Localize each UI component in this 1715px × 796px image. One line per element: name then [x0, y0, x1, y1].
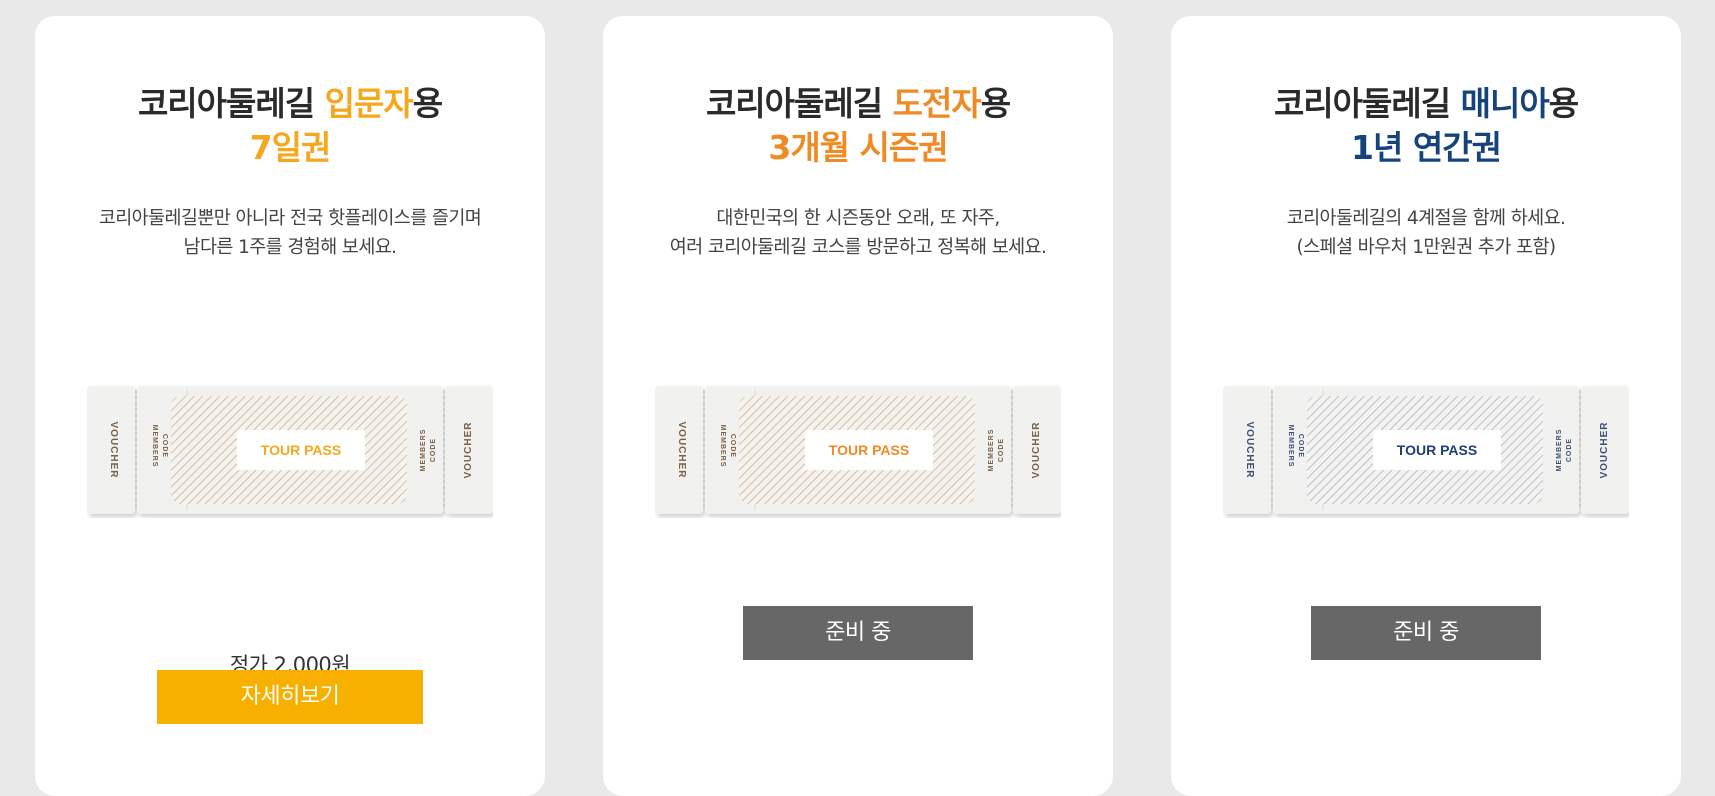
pass-card-challenger: 코리아둘레길 도전자용 3개월 시즌권 대한민국의 한 시즌동안 오래, 또 자…	[603, 16, 1113, 796]
description-line: 남다른 1주를 경험해 보세요.	[183, 237, 398, 258]
ticket-members-left: MEMBERS	[1287, 425, 1294, 468]
title-prefix: 코리아둘레길	[705, 84, 893, 123]
title-suffix: 용	[1548, 84, 1579, 123]
tour-pass-ticket-image: TOUR PASSVOUCHER MEMBERS CODE MEMBERS CODE VO…	[87, 386, 493, 514]
card-description: 코리아둘레길뿐만 아니라 전국 핫플레이스를 즐기며 남다른 1주를 경험해 보…	[35, 204, 545, 262]
ticket-members-left: MEMBERS	[719, 425, 726, 468]
ticket-code-left: CODE	[729, 434, 736, 458]
ticket-members-right: MEMBERS	[420, 429, 427, 472]
card-description: 코리아둘레길의 4계절을 함께 하세요. (스페셜 바우처 1만원권 추가 포함…	[1171, 204, 1681, 262]
card-title: 코리아둘레길 도전자용 3개월 시즌권	[603, 82, 1113, 170]
view-details-button[interactable]: 자세히보기	[157, 670, 423, 724]
ticket-code-left: CODE	[161, 434, 168, 458]
title-highlight: 매니아	[1460, 84, 1550, 123]
ticket-members-left: MEMBERS	[151, 425, 158, 468]
tour-pass-ticket-image: TOUR PASSVOUCHER MEMBERS CODE MEMBERS CODE VO…	[655, 386, 1061, 514]
ticket-code-right: CODE	[430, 438, 437, 462]
card-description: 대한민국의 한 시즌동안 오래, 또 자주, 여러 코리아둘레길 코스를 방문하…	[603, 204, 1113, 262]
ticket-voucher-left: VOUCHER	[108, 421, 119, 478]
title-prefix: 코리아둘레길	[1273, 84, 1461, 123]
description-line: (스페셜 바우처 1만원권 추가 포함)	[1296, 237, 1557, 258]
description-line: 대한민국의 한 시즌동안 오래, 또 자주,	[716, 208, 1000, 229]
description-line: 코리아둘레길의 4계절을 함께 하세요.	[1286, 208, 1566, 229]
ticket-code-left: CODE	[1297, 434, 1304, 458]
ticket-members-right: MEMBERS	[988, 429, 995, 472]
ticket-voucher-left: VOUCHER	[1244, 421, 1255, 478]
coming-soon-button[interactable]: 준비 중	[1311, 606, 1541, 660]
ticket-voucher-left: VOUCHER	[676, 421, 687, 478]
title-highlight: 도전자	[892, 84, 982, 123]
title-highlight: 입문자	[324, 84, 414, 123]
description-line: 여러 코리아둘레길 코스를 방문하고 정복해 보세요.	[669, 237, 1047, 258]
card-title: 코리아둘레길 입문자용 7일권	[35, 82, 545, 170]
ticket-center-label: TOUR PASS	[1397, 442, 1477, 458]
ticket-center-label: TOUR PASS	[829, 442, 909, 458]
ticket-voucher-right: VOUCHER	[1031, 421, 1042, 478]
description-line: 코리아둘레길뿐만 아니라 전국 핫플레이스를 즐기며	[98, 208, 482, 229]
card-subtitle: 3개월 시즌권	[768, 128, 948, 167]
pass-card-starter: 코리아둘레길 입문자용 7일권 코리아둘레길뿐만 아니라 전국 핫플레이스를 즐…	[35, 16, 545, 796]
coming-soon-button[interactable]: 준비 중	[743, 606, 973, 660]
ticket-center-label: TOUR PASS	[261, 442, 341, 458]
pass-card-mania: 코리아둘레길 매니아용 1년 연간권 코리아둘레길의 4계절을 함께 하세요. …	[1171, 16, 1681, 796]
ticket-code-right: CODE	[1566, 438, 1573, 462]
ticket-code-right: CODE	[998, 438, 1005, 462]
title-suffix: 용	[980, 84, 1011, 123]
tour-pass-ticket-image: TOUR PASSVOUCHER MEMBERS CODE MEMBERS CODE VO…	[1223, 386, 1629, 514]
ticket-voucher-right: VOUCHER	[1599, 421, 1610, 478]
ticket-voucher-right: VOUCHER	[463, 421, 474, 478]
card-title: 코리아둘레길 매니아용 1년 연간권	[1171, 82, 1681, 170]
title-prefix: 코리아둘레길	[137, 84, 325, 123]
card-subtitle: 1년 연간권	[1351, 128, 1502, 167]
title-suffix: 용	[412, 84, 443, 123]
pass-card-list: 코리아둘레길 입문자용 7일권 코리아둘레길뿐만 아니라 전국 핫플레이스를 즐…	[0, 0, 1715, 796]
card-subtitle: 7일권	[249, 128, 332, 167]
ticket-members-right: MEMBERS	[1556, 429, 1563, 472]
